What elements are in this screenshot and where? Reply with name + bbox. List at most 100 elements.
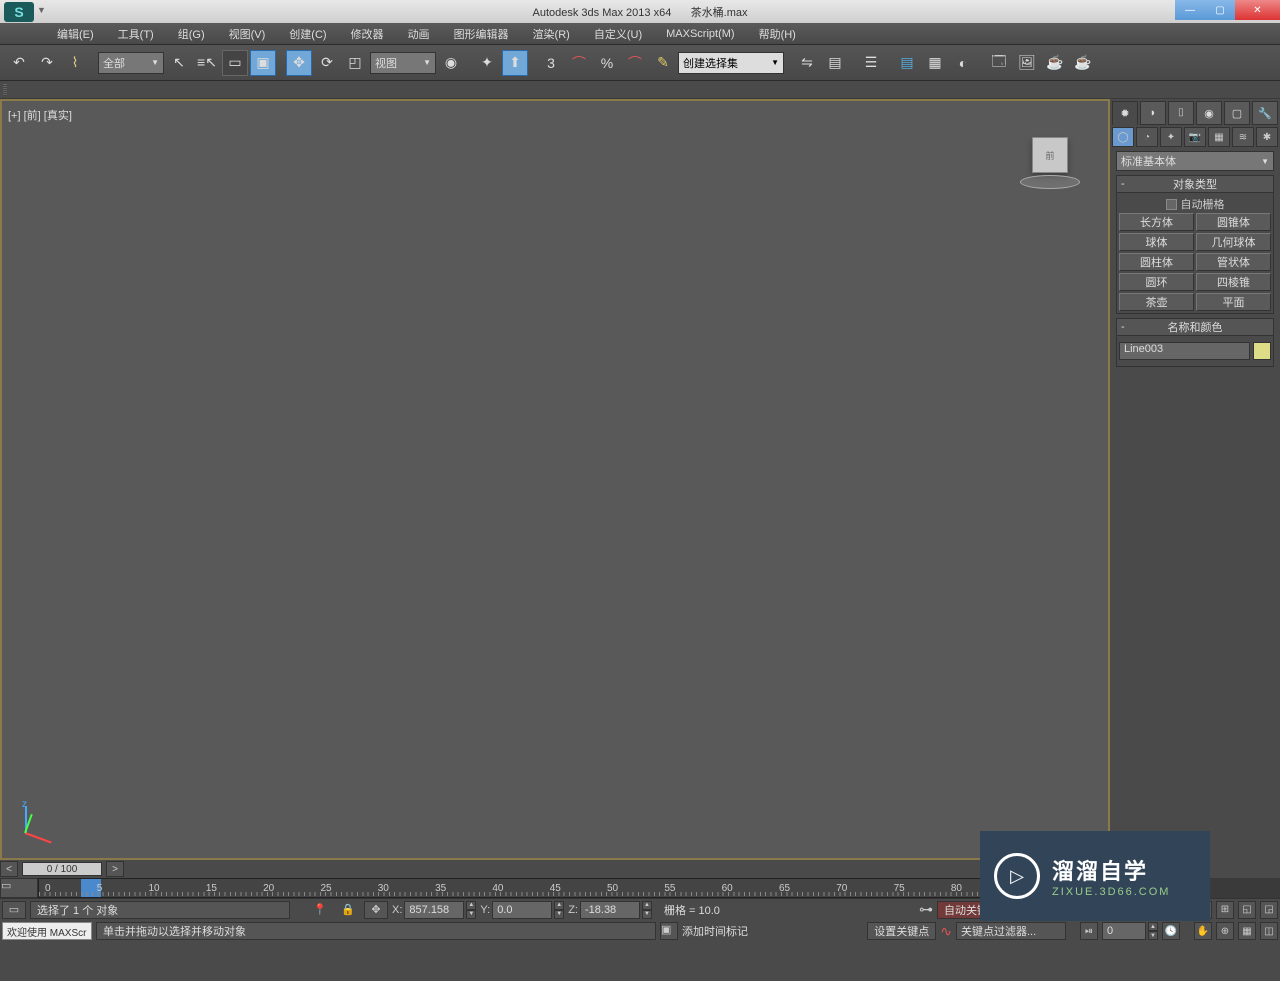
edit-named-sel-icon[interactable]: ✎ [650, 50, 676, 76]
y-coord-input[interactable]: 0.0 [492, 901, 552, 919]
menu-render[interactable]: 渲染(R) [521, 23, 582, 44]
material-editor-icon[interactable]: ◐ [950, 50, 976, 76]
zoom-extents-all-icon[interactable]: ⊞ [1216, 901, 1234, 919]
tube-button[interactable]: 管状体 [1196, 253, 1271, 271]
scale-icon[interactable]: ◰ [342, 50, 368, 76]
maxscript-mini-icon[interactable]: ▭ [2, 901, 26, 919]
undo-icon[interactable]: ↶ [6, 50, 32, 76]
time-config-icon[interactable]: 🕓 [1162, 922, 1180, 940]
pyramid-button[interactable]: 四棱锥 [1196, 273, 1271, 291]
minimize-button[interactable]: — [1175, 0, 1205, 20]
snap-3-icon[interactable]: 3 [538, 50, 564, 76]
grip-icon[interactable] [3, 84, 7, 96]
autogrid-checkbox[interactable]: 自动栅格 [1119, 195, 1271, 213]
link-icon[interactable]: ⌇ [62, 50, 88, 76]
object-color-swatch[interactable] [1253, 342, 1271, 360]
utilities-tab-icon[interactable]: 🔧 [1252, 101, 1278, 125]
zoom-region-icon[interactable]: ◱ [1238, 901, 1256, 919]
menu-edit[interactable]: 编辑(E) [45, 23, 106, 44]
viewport-layout-icon[interactable]: ◫ [1260, 922, 1278, 940]
layer-manager-icon[interactable]: ☰ [858, 50, 884, 76]
absolute-transform-icon[interactable]: ✥ [364, 901, 388, 919]
menu-help[interactable]: 帮助(H) [747, 23, 808, 44]
schematic-view-icon[interactable]: ▦ [922, 50, 948, 76]
render-production-icon[interactable]: ☕ [1042, 50, 1068, 76]
shapes-subtab-icon[interactable]: ◔ [1136, 127, 1158, 147]
primitive-category-combo[interactable]: 标准基本体▼ [1116, 151, 1274, 171]
pan-icon[interactable]: ✋ [1194, 922, 1212, 940]
menu-modifier[interactable]: 修改器 [339, 23, 396, 44]
viewport-front[interactable]: [+] [前] [真实] 前 z [0, 99, 1110, 860]
menu-animation[interactable]: 动画 [396, 23, 442, 44]
set-key-icon[interactable]: ∿ [940, 923, 952, 940]
render-setup-icon[interactable]: 🗔 [986, 50, 1012, 76]
window-crossing-icon[interactable]: ▣ [250, 50, 276, 76]
maxmin-viewport-icon[interactable]: ▦ [1238, 922, 1256, 940]
select-region-rect-icon[interactable]: ▭ [222, 50, 248, 76]
torus-button[interactable]: 圆环 [1119, 273, 1194, 291]
move-icon[interactable]: ✥ [286, 50, 312, 76]
ref-coord-combo[interactable]: 视图▼ [370, 52, 436, 74]
object-name-input[interactable]: Line003 [1119, 342, 1250, 360]
menu-maxscript[interactable]: MAXScript(M) [654, 23, 746, 44]
arc-rotate-icon[interactable]: ⊕ [1216, 922, 1234, 940]
box-button[interactable]: 长方体 [1119, 213, 1194, 231]
curve-editor-icon[interactable]: ▤ [894, 50, 920, 76]
modify-tab-icon[interactable]: ◗ [1140, 101, 1166, 125]
trackbar-toggle-icon[interactable]: ▭ [0, 878, 38, 898]
render-iterative-icon[interactable]: ☕ [1070, 50, 1096, 76]
add-time-tag[interactable]: 添加时间标记 [682, 923, 802, 939]
isolate-icon[interactable]: ▣ [660, 922, 678, 940]
mirror-icon[interactable]: ⇋ [794, 50, 820, 76]
plane-button[interactable]: 平面 [1196, 293, 1271, 311]
menu-grapheditor[interactable]: 图形编辑器 [442, 23, 521, 44]
sphere-button[interactable]: 球体 [1119, 233, 1194, 251]
key-filter-combo[interactable]: 关键点过滤器... [956, 922, 1066, 940]
field-of-view-icon[interactable]: ◲ [1260, 901, 1278, 919]
set-key-button[interactable]: 设置关键点 [867, 922, 936, 940]
teapot-button[interactable]: 茶壶 [1119, 293, 1194, 311]
current-frame-input[interactable]: 0 [1102, 922, 1146, 940]
cylinder-button[interactable]: 圆柱体 [1119, 253, 1194, 271]
display-tab-icon[interactable]: ▢ [1224, 101, 1250, 125]
keyboard-shortcut-icon[interactable]: ⬆ [502, 50, 528, 76]
rollout-name-color[interactable]: -名称和颜色 [1116, 318, 1274, 336]
use-pivot-center-icon[interactable]: ◉ [438, 50, 464, 76]
selection-filter-combo[interactable]: 全部▼ [98, 52, 164, 74]
app-icon[interactable]: S [4, 2, 34, 22]
percent-snap-icon[interactable]: % [594, 50, 620, 76]
x-coord-input[interactable]: 857.158 [404, 901, 464, 919]
redo-icon[interactable]: ↷ [34, 50, 60, 76]
create-tab-icon[interactable]: ✹ [1112, 101, 1138, 125]
cone-button[interactable]: 圆锥体 [1196, 213, 1271, 231]
time-slider-left-icon[interactable]: < [0, 861, 18, 877]
lock-selection-pin-icon[interactable]: 📍 [308, 901, 332, 919]
rollout-object-type[interactable]: -对象类型 [1116, 175, 1274, 193]
rendered-frame-icon[interactable]: 🖼 [1014, 50, 1040, 76]
time-slider-handle[interactable]: 0 / 100 [22, 862, 102, 876]
menu-create[interactable]: 创建(C) [277, 23, 338, 44]
named-selection-combo[interactable]: 创建选择集▼ [678, 52, 784, 74]
align-icon[interactable]: ▤ [822, 50, 848, 76]
menu-group[interactable]: 组(G) [166, 23, 217, 44]
geosphere-button[interactable]: 几何球体 [1196, 233, 1271, 251]
maximize-button[interactable]: ▢ [1205, 0, 1235, 20]
systems-subtab-icon[interactable]: ✱ [1256, 127, 1278, 147]
select-by-name-icon[interactable]: ≡↖ [194, 50, 220, 76]
rotate-icon[interactable]: ⟳ [314, 50, 340, 76]
helpers-subtab-icon[interactable]: ▦ [1208, 127, 1230, 147]
spinner-snap-icon[interactable]: ⌒ [622, 50, 648, 76]
key-icon[interactable]: ⊶ [919, 901, 933, 918]
angle-snap-icon[interactable]: ⌒ [566, 50, 592, 76]
time-slider-right-icon[interactable]: > [106, 861, 124, 877]
viewport-label[interactable]: [+] [前] [真实] [8, 107, 72, 123]
menu-view[interactable]: 视图(V) [217, 23, 278, 44]
cameras-subtab-icon[interactable]: 📷 [1184, 127, 1206, 147]
z-coord-input[interactable]: -18.38 [580, 901, 640, 919]
hierarchy-tab-icon[interactable]: ⌷ [1168, 101, 1194, 125]
select-manipulate-icon[interactable]: ✦ [474, 50, 500, 76]
qat-dropdown-icon[interactable]: ▼ [37, 5, 51, 19]
spacewarps-subtab-icon[interactable]: ≋ [1232, 127, 1254, 147]
geometry-subtab-icon[interactable]: ◯ [1112, 127, 1134, 147]
maxscript-listener[interactable]: 欢迎使用 MAXScr [2, 922, 92, 940]
